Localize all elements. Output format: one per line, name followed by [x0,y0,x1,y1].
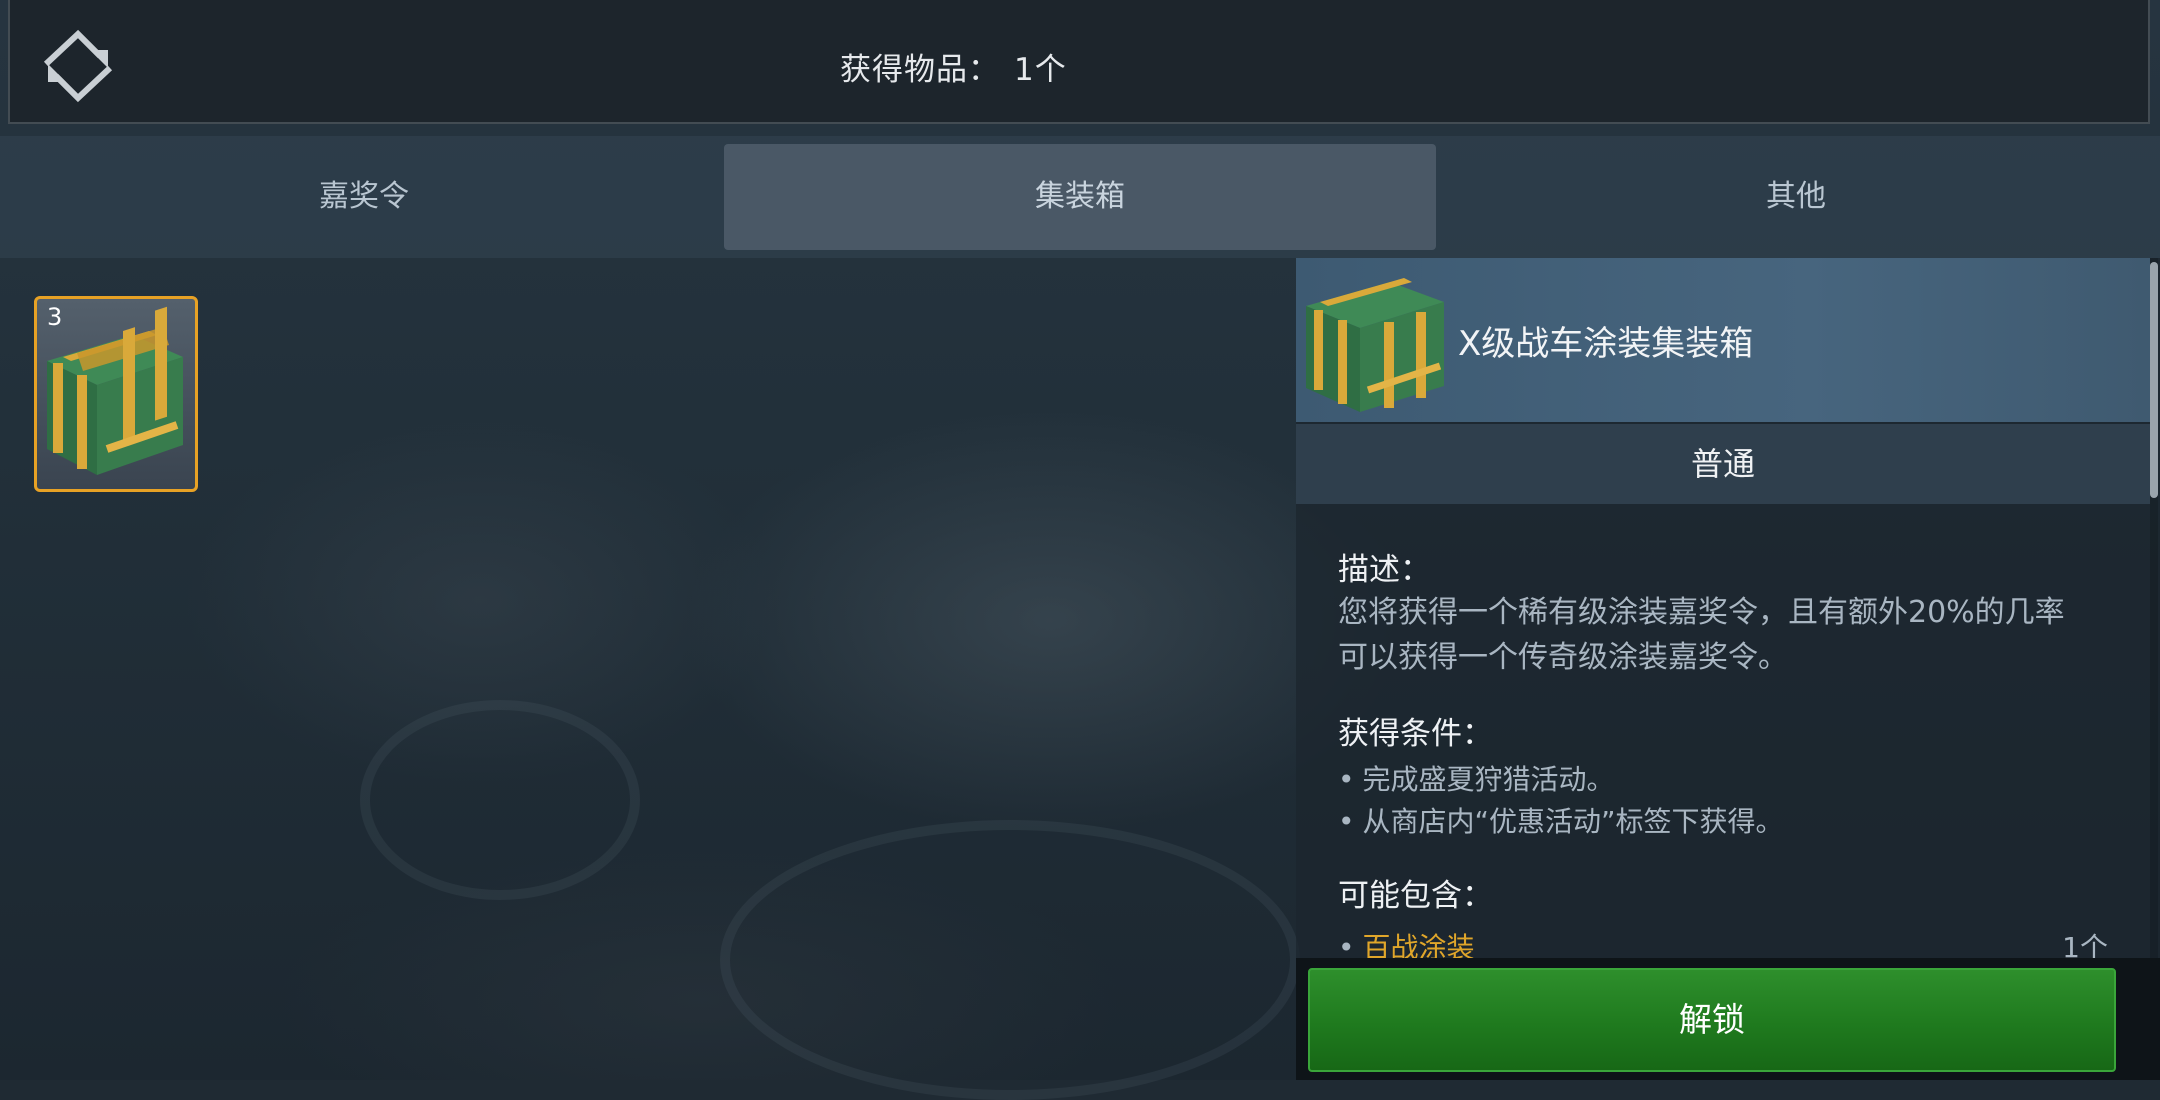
description-line: 可以获得一个传奇级涂装嘉奖令。 [1338,640,1788,675]
item-detail-panel: X级战车涂装集装箱 普通 描述： 您将获得一个稀有级涂装嘉奖令，且有额外20%的… [1296,258,2160,1080]
description-heading: 描述： [1338,552,1431,588]
obtained-items-label: 获得物品： 1个 [840,44,1067,89]
bullet-dot: • [1338,763,1355,796]
scrollbar-thumb[interactable] [2150,262,2158,498]
obtained-items-count: 1个 [1014,52,1067,88]
tab-other[interactable]: 其他 [1440,144,2152,250]
condition-text: 完成盛夏狩猎活动。 [1362,763,1615,796]
refresh-icon[interactable] [38,28,118,104]
conditions-heading: 获得条件： [1338,716,1493,752]
rarity-label: 普通 [1296,424,2150,504]
item-title: X级战车涂装集装箱 [1458,324,1754,364]
detail-header: X级战车涂装集装箱 [1296,258,2150,422]
description-text: 您将获得一个稀有级涂装嘉奖令，且有额外20%的几率 可以获得一个传奇级涂装嘉奖令… [1338,590,2118,680]
tab-commendations[interactable]: 嘉奖令 [8,144,720,250]
obtained-items-title: 获得物品： [840,52,1000,88]
container-icon [1306,278,1444,412]
description-line: 您将获得一个稀有级涂装嘉奖令，且有额外20%的几率 [1338,595,2065,630]
unlock-area: 解锁 [1296,958,2160,1080]
condition-item: • 完成盛夏狩猎活动。 [1338,758,1615,798]
bullet-dot: • [1338,805,1355,838]
tab-containers[interactable]: 集装箱 [724,144,1436,250]
category-tabs: 嘉奖令 集装箱 其他 [0,136,2160,258]
condition-text: 从商店内“优惠活动”标签下获得。 [1362,805,1784,838]
condition-item: • 从商店内“优惠活动”标签下获得。 [1338,800,1784,840]
unlock-button[interactable]: 解锁 [1308,968,2116,1072]
inventory-item-container[interactable]: 3 [34,296,198,492]
contents-heading: 可能包含： [1338,878,1493,914]
top-bar: 获得物品： 1个 [8,0,2150,124]
item-count-badge: 3 [47,303,63,331]
